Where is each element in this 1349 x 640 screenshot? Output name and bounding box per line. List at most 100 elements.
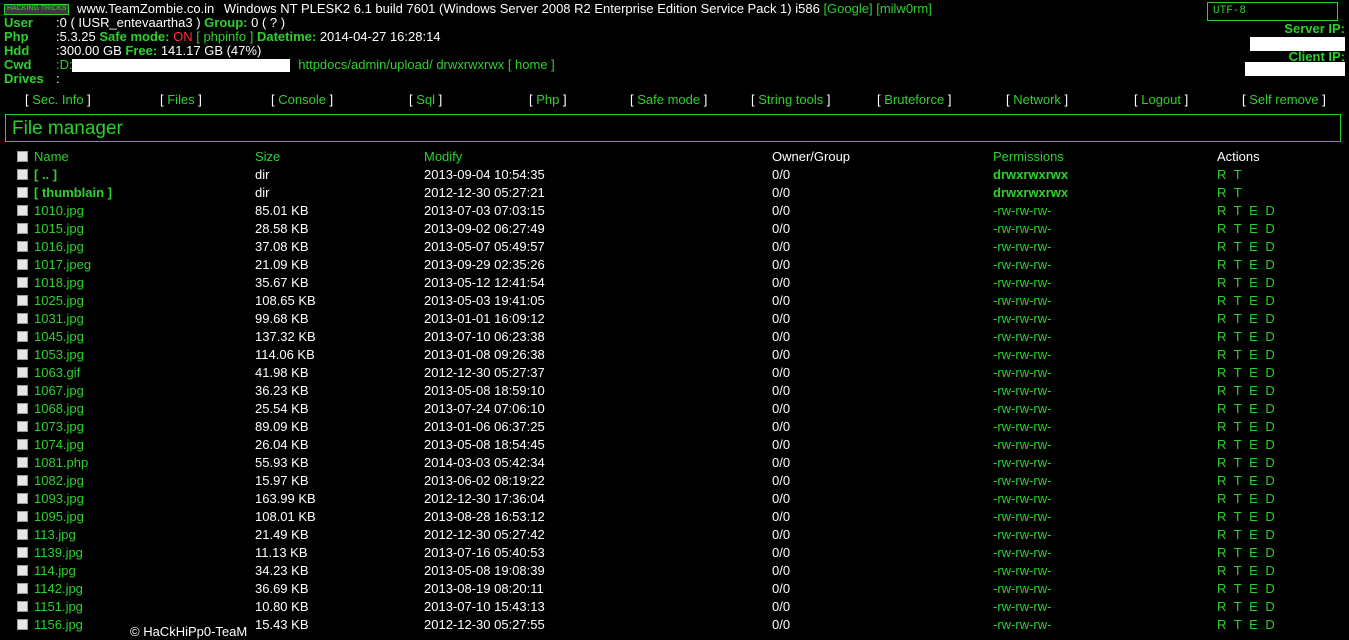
file-actions[interactable]: R T E D (1217, 526, 1277, 544)
row-checkbox[interactable] (17, 385, 28, 396)
file-name-link[interactable]: 1018.jpg (34, 274, 84, 292)
file-permissions-link[interactable]: drwxrwxrwx (993, 184, 1068, 202)
menu-console[interactable]: [ Console ] (271, 92, 333, 107)
row-checkbox[interactable] (17, 421, 28, 432)
file-actions[interactable]: R T (1217, 166, 1244, 184)
file-name-link[interactable]: 1025.jpg (34, 292, 84, 310)
file-actions[interactable]: R T E D (1217, 238, 1277, 256)
file-permissions-link[interactable]: -rw-rw-rw- (993, 580, 1051, 598)
file-permissions-link[interactable]: -rw-rw-rw- (993, 526, 1051, 544)
file-permissions-link[interactable]: drwxrwxrwx (993, 166, 1068, 184)
file-permissions-link[interactable]: -rw-rw-rw- (993, 472, 1051, 490)
file-name-link[interactable]: 1074.jpg (34, 436, 84, 454)
cwd-prefix[interactable]: :D: (56, 57, 73, 72)
file-permissions-link[interactable]: -rw-rw-rw- (993, 310, 1051, 328)
file-name-link[interactable]: 1053.jpg (34, 346, 84, 364)
file-actions[interactable]: R T E D (1217, 418, 1277, 436)
file-permissions-link[interactable]: -rw-rw-rw- (993, 436, 1051, 454)
column-header-name[interactable]: Name (34, 148, 69, 166)
menu-string-tools[interactable]: [ String tools ] (751, 92, 831, 107)
file-actions[interactable]: R T E D (1217, 364, 1277, 382)
file-actions[interactable]: R T E D (1217, 454, 1277, 472)
row-checkbox[interactable] (17, 565, 28, 576)
file-actions[interactable]: R T E D (1217, 544, 1277, 562)
menu-safe-mode[interactable]: [ Safe mode ] (630, 92, 707, 107)
file-permissions-link[interactable]: -rw-rw-rw- (993, 382, 1051, 400)
file-name-link[interactable]: 1142.jpg (34, 580, 83, 598)
file-permissions-link[interactable]: -rw-rw-rw- (993, 220, 1051, 238)
file-actions[interactable]: R T E D (1217, 256, 1277, 274)
file-name-link[interactable]: 1017.jpeg (34, 256, 91, 274)
file-actions[interactable]: R T E D (1217, 508, 1277, 526)
file-permissions-link[interactable]: -rw-rw-rw- (993, 508, 1051, 526)
file-actions[interactable]: R T E D (1217, 580, 1277, 598)
menu-bruteforce[interactable]: [ Bruteforce ] (877, 92, 951, 107)
menu-network[interactable]: [ Network ] (1006, 92, 1068, 107)
column-header-modify[interactable]: Modify (424, 148, 462, 166)
file-name-link[interactable]: 1010.jpg (34, 202, 84, 220)
file-permissions-link[interactable]: -rw-rw-rw- (993, 598, 1051, 616)
file-permissions-link[interactable]: -rw-rw-rw- (993, 544, 1051, 562)
row-checkbox[interactable] (17, 187, 28, 198)
file-permissions-link[interactable]: -rw-rw-rw- (993, 274, 1051, 292)
file-name-link[interactable]: 1015.jpg (34, 220, 84, 238)
file-permissions-link[interactable]: -rw-rw-rw- (993, 256, 1051, 274)
menu-logout[interactable]: [ Logout ] (1134, 92, 1188, 107)
file-actions[interactable]: R T E D (1217, 382, 1277, 400)
file-actions[interactable]: R T E D (1217, 598, 1277, 616)
file-name-link[interactable]: 1156.jpg (34, 616, 83, 634)
row-checkbox[interactable] (17, 277, 28, 288)
file-actions[interactable]: R T E D (1217, 274, 1277, 292)
row-checkbox[interactable] (17, 259, 28, 270)
file-name-link[interactable]: 1031.jpg (34, 310, 84, 328)
file-permissions-link[interactable]: -rw-rw-rw- (993, 328, 1051, 346)
file-name-link[interactable]: 1016.jpg (34, 238, 84, 256)
row-checkbox[interactable] (17, 295, 28, 306)
file-permissions-link[interactable]: -rw-rw-rw- (993, 346, 1051, 364)
row-checkbox[interactable] (17, 583, 28, 594)
row-checkbox[interactable] (17, 457, 28, 468)
file-permissions-link[interactable]: -rw-rw-rw- (993, 364, 1051, 382)
row-checkbox[interactable] (17, 313, 28, 324)
file-actions[interactable]: R T E D (1217, 292, 1277, 310)
file-actions[interactable]: R T E D (1217, 346, 1277, 364)
row-checkbox[interactable] (17, 511, 28, 522)
file-actions[interactable]: R T E D (1217, 400, 1277, 418)
phpinfo-link[interactable]: [ phpinfo ] (196, 29, 253, 44)
file-name-link[interactable]: 1095.jpg (34, 508, 84, 526)
file-actions[interactable]: R T E D (1217, 616, 1277, 634)
file-permissions-link[interactable]: -rw-rw-rw- (993, 562, 1051, 580)
cwd-path[interactable]: httpdocs/admin/upload/ (298, 57, 432, 72)
row-checkbox[interactable] (17, 475, 28, 486)
file-name-link[interactable]: 1151.jpg (34, 598, 83, 616)
file-permissions-link[interactable]: -rw-rw-rw- (993, 418, 1051, 436)
column-header-permissions[interactable]: Permissions (993, 148, 1064, 166)
file-actions[interactable]: R T E D (1217, 220, 1277, 238)
file-name-link[interactable]: 1045.jpg (34, 328, 84, 346)
row-checkbox[interactable] (17, 169, 28, 180)
menu-sql[interactable]: [ Sql ] (409, 92, 442, 107)
row-checkbox[interactable] (17, 529, 28, 540)
row-checkbox[interactable] (17, 547, 28, 558)
row-checkbox[interactable] (17, 601, 28, 612)
file-permissions-link[interactable]: -rw-rw-rw- (993, 490, 1051, 508)
file-name-link[interactable]: 1093.jpg (34, 490, 84, 508)
row-checkbox[interactable] (17, 349, 28, 360)
file-actions[interactable]: R T E D (1217, 562, 1277, 580)
file-permissions-link[interactable]: -rw-rw-rw- (993, 292, 1051, 310)
row-checkbox[interactable] (17, 619, 28, 630)
file-actions[interactable]: R T E D (1217, 490, 1277, 508)
row-checkbox[interactable] (17, 439, 28, 450)
file-name-link[interactable]: 1082.jpg (34, 472, 84, 490)
menu-sec-info[interactable]: [ Sec. Info ] (25, 92, 91, 107)
menu-self-remove[interactable]: [ Self remove ] (1242, 92, 1326, 107)
google-link[interactable]: [Google] (823, 1, 872, 16)
file-actions[interactable]: R T E D (1217, 436, 1277, 454)
file-name-link[interactable]: 113.jpg (34, 526, 76, 544)
file-permissions-link[interactable]: -rw-rw-rw- (993, 238, 1051, 256)
file-permissions-link[interactable]: -rw-rw-rw- (993, 202, 1051, 220)
file-actions[interactable]: R T E D (1217, 202, 1277, 220)
row-checkbox[interactable] (17, 241, 28, 252)
home-link[interactable]: [ home ] (508, 57, 555, 72)
charset-select[interactable]: UTF-8 (1207, 2, 1338, 21)
